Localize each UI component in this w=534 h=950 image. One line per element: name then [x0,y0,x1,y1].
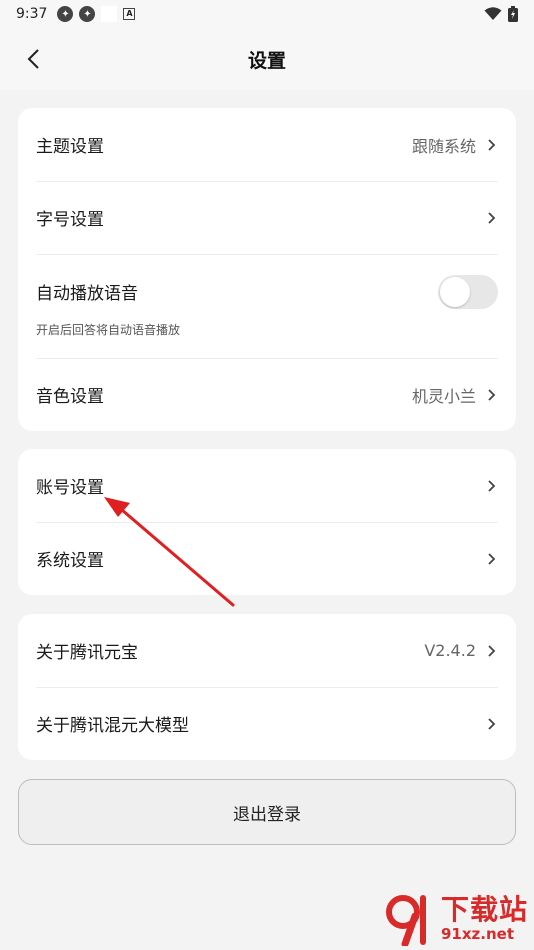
about-app-label: 关于腾讯元宝 [36,643,138,663]
system-setting-label: 系统设置 [36,551,104,571]
theme-setting-value: 跟随系统 [411,136,476,156]
system-setting-row[interactable]: 系统设置 [18,522,516,595]
account-setting-row[interactable]: 账号设置 [18,449,516,522]
chevron-right-icon [488,717,496,730]
wifi-icon [484,7,502,20]
about-app-row[interactable]: 关于腾讯元宝 V2.4.2 [18,614,516,687]
watermark-url: 91xz.net [440,925,514,943]
app-notification-icon: ✦ [57,6,74,22]
blank-notification-icon [101,6,118,22]
settings-group-general: 主题设置 跟随系统 字号设置 自动播放语音 开启后回答将自动语音播放 音色设置 … [18,108,516,431]
chevron-right-icon [488,138,496,151]
back-button[interactable] [16,42,50,76]
about-model-row[interactable]: 关于腾讯混元大模型 [18,687,516,760]
timbre-setting-row[interactable]: 音色设置 机灵小兰 [18,358,516,431]
status-time: 9:37 [16,6,48,22]
status-notification-icons: ✦ ✦ A [57,6,136,22]
account-setting-label: 账号设置 [36,478,104,498]
watermark-text: 下载站 [440,893,528,926]
watermark: 下载站 91xz.net [385,892,528,946]
status-bar: 9:37 ✦ ✦ A [0,0,534,28]
settings-group-account: 账号设置 系统设置 [18,449,516,595]
timbre-setting-value: 机灵小兰 [411,386,476,406]
status-system-icons [484,6,518,22]
about-model-label: 关于腾讯混元大模型 [36,716,189,736]
font-size-setting-label: 字号设置 [36,210,104,230]
timbre-setting-label: 音色设置 [36,387,104,407]
auto-voice-description: 开启后回答将自动语音播放 [36,322,181,337]
auto-voice-label: 自动播放语音 [36,284,138,304]
chevron-right-icon [488,388,496,401]
a-notification-icon: A [123,8,136,20]
theme-setting-row[interactable]: 主题设置 跟随系统 [18,108,516,181]
page-title: 设置 [247,49,286,72]
font-size-setting-row[interactable]: 字号设置 [18,181,516,254]
chevron-right-icon [488,552,496,565]
theme-setting-label: 主题设置 [36,137,104,157]
auto-voice-setting-row: 自动播放语音 开启后回答将自动语音播放 [18,254,516,358]
watermark-logo-icon [385,895,426,946]
settings-group-about: 关于腾讯元宝 V2.4.2 关于腾讯混元大模型 [18,614,516,760]
toggle-knob [440,276,470,307]
auto-voice-toggle[interactable] [438,274,498,309]
battery-icon [508,6,518,22]
chevron-left-icon [27,49,39,69]
app-version-value: V2.4.2 [424,641,476,660]
chevron-right-icon [488,211,496,224]
page-header: 设置 [0,28,534,90]
chevron-right-icon [488,644,496,657]
chevron-right-icon [488,479,496,492]
app-notification-icon: ✦ [79,6,96,22]
logout-button[interactable]: 退出登录 [18,779,516,845]
